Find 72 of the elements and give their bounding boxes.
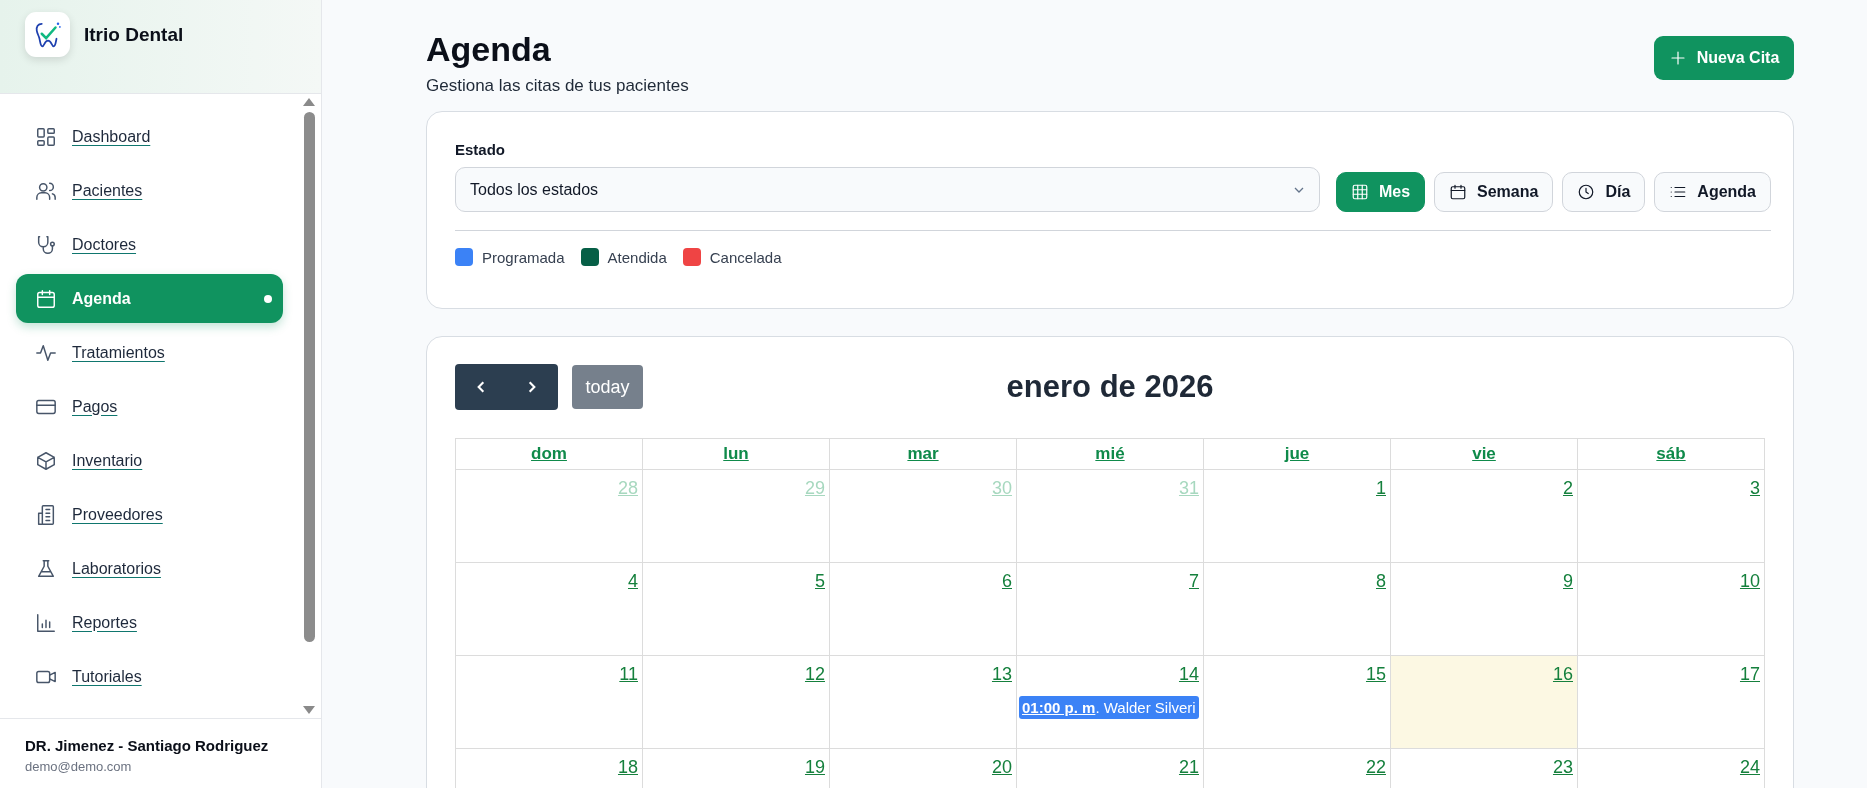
box-icon	[35, 449, 57, 472]
grid-icon	[35, 125, 57, 148]
weekday-header[interactable]: vie	[1472, 444, 1496, 464]
flask-icon	[35, 557, 57, 580]
day-number[interactable]: 13	[991, 662, 1012, 686]
nav-item[interactable]: Dashboard	[16, 112, 283, 161]
calendar-icon	[1449, 183, 1468, 201]
nav-item[interactable]: Reportes	[16, 598, 283, 647]
day-number[interactable]: 9	[1563, 569, 1573, 593]
legend-label: Cancelada	[709, 248, 782, 266]
day-number[interactable]: 11	[619, 662, 638, 686]
day-number[interactable]: 23	[1552, 755, 1573, 779]
nav-item[interactable]: Agenda	[16, 274, 283, 323]
clock-icon	[1577, 183, 1596, 201]
app-name: Itrio Dental	[84, 23, 184, 47]
weekday-header[interactable]: sáb	[1656, 444, 1686, 464]
page-title: Agenda	[426, 29, 552, 70]
view-tab[interactable]: Agenda	[1654, 172, 1771, 212]
building-icon	[35, 503, 57, 526]
legend-label: Atendida	[607, 248, 667, 266]
nav-item[interactable]: Laboratorios	[16, 544, 283, 593]
bar-chart-icon	[35, 611, 57, 634]
active-dot	[264, 294, 272, 303]
nav-item[interactable]: Pagos	[16, 382, 283, 431]
view-tab[interactable]: Día	[1562, 172, 1646, 212]
weekday-header[interactable]: jue	[1284, 444, 1310, 464]
day-number[interactable]: 19	[804, 755, 825, 779]
status-label: Estado	[455, 141, 506, 158]
status-select[interactable]: Todos los estados	[455, 167, 1320, 212]
day-number[interactable]: 15	[1365, 662, 1386, 686]
day-number[interactable]: 17	[1739, 662, 1760, 686]
weekday-header[interactable]: dom	[531, 444, 567, 464]
day-number[interactable]: 7	[1189, 569, 1199, 593]
stethoscope-icon	[35, 233, 57, 256]
day-number[interactable]: 18	[617, 755, 638, 779]
view-tab[interactable]: Mes	[1335, 172, 1426, 212]
nav-item[interactable]: Pacientes	[16, 166, 283, 215]
grid-icon	[1350, 183, 1369, 201]
legend-label: Programada	[482, 248, 565, 266]
today-button[interactable]: today	[572, 365, 643, 409]
nav-item[interactable]: Inventario	[16, 436, 283, 485]
nav-item[interactable]: Tratamientos	[16, 328, 283, 377]
new-appointment-button[interactable]: Nueva Cita	[1654, 36, 1794, 80]
nav-item[interactable]: Doctores	[16, 220, 283, 269]
day-number[interactable]: 4	[628, 569, 638, 593]
page-subtitle: Gestiona las citas de tus pacientes	[426, 76, 689, 96]
day-number[interactable]: 24	[1739, 755, 1760, 779]
appointment-event[interactable]: 01:00 p. m. Walder Silveri	[1019, 696, 1199, 719]
weekday-header[interactable]: mar	[907, 444, 939, 464]
tooth-logo-icon	[25, 12, 70, 57]
day-number[interactable]: 12	[804, 662, 825, 686]
nav-item[interactable]: Proveedores	[16, 490, 283, 539]
day-number[interactable]: 6	[1002, 569, 1012, 593]
day-number[interactable]: 21	[1178, 755, 1199, 779]
weekday-header[interactable]: mié	[1095, 444, 1125, 464]
day-number[interactable]: 10	[1739, 569, 1760, 593]
day-number[interactable]: 16	[1552, 662, 1573, 686]
day-number[interactable]: 8	[1376, 569, 1386, 593]
nav-item[interactable]: Tutoriales	[16, 652, 283, 701]
day-number[interactable]: 3	[1750, 476, 1760, 500]
day-number[interactable]: 2	[1563, 476, 1573, 500]
day-number[interactable]: 14	[1178, 662, 1199, 686]
user-email: demo@demo.com	[25, 759, 133, 774]
calendar-icon	[35, 287, 57, 310]
day-number[interactable]: 20	[991, 755, 1012, 779]
day-number[interactable]: 5	[815, 569, 825, 593]
weekday-header[interactable]: lun	[723, 444, 749, 464]
day-number[interactable]: 1	[1376, 476, 1386, 500]
view-tab[interactable]: Semana	[1434, 172, 1554, 212]
calendar-title: enero de 2026	[1006, 369, 1214, 405]
user-name: DR. Jimenez - Santiago Rodriguez	[25, 737, 270, 754]
day-number[interactable]: 22	[1365, 755, 1386, 779]
